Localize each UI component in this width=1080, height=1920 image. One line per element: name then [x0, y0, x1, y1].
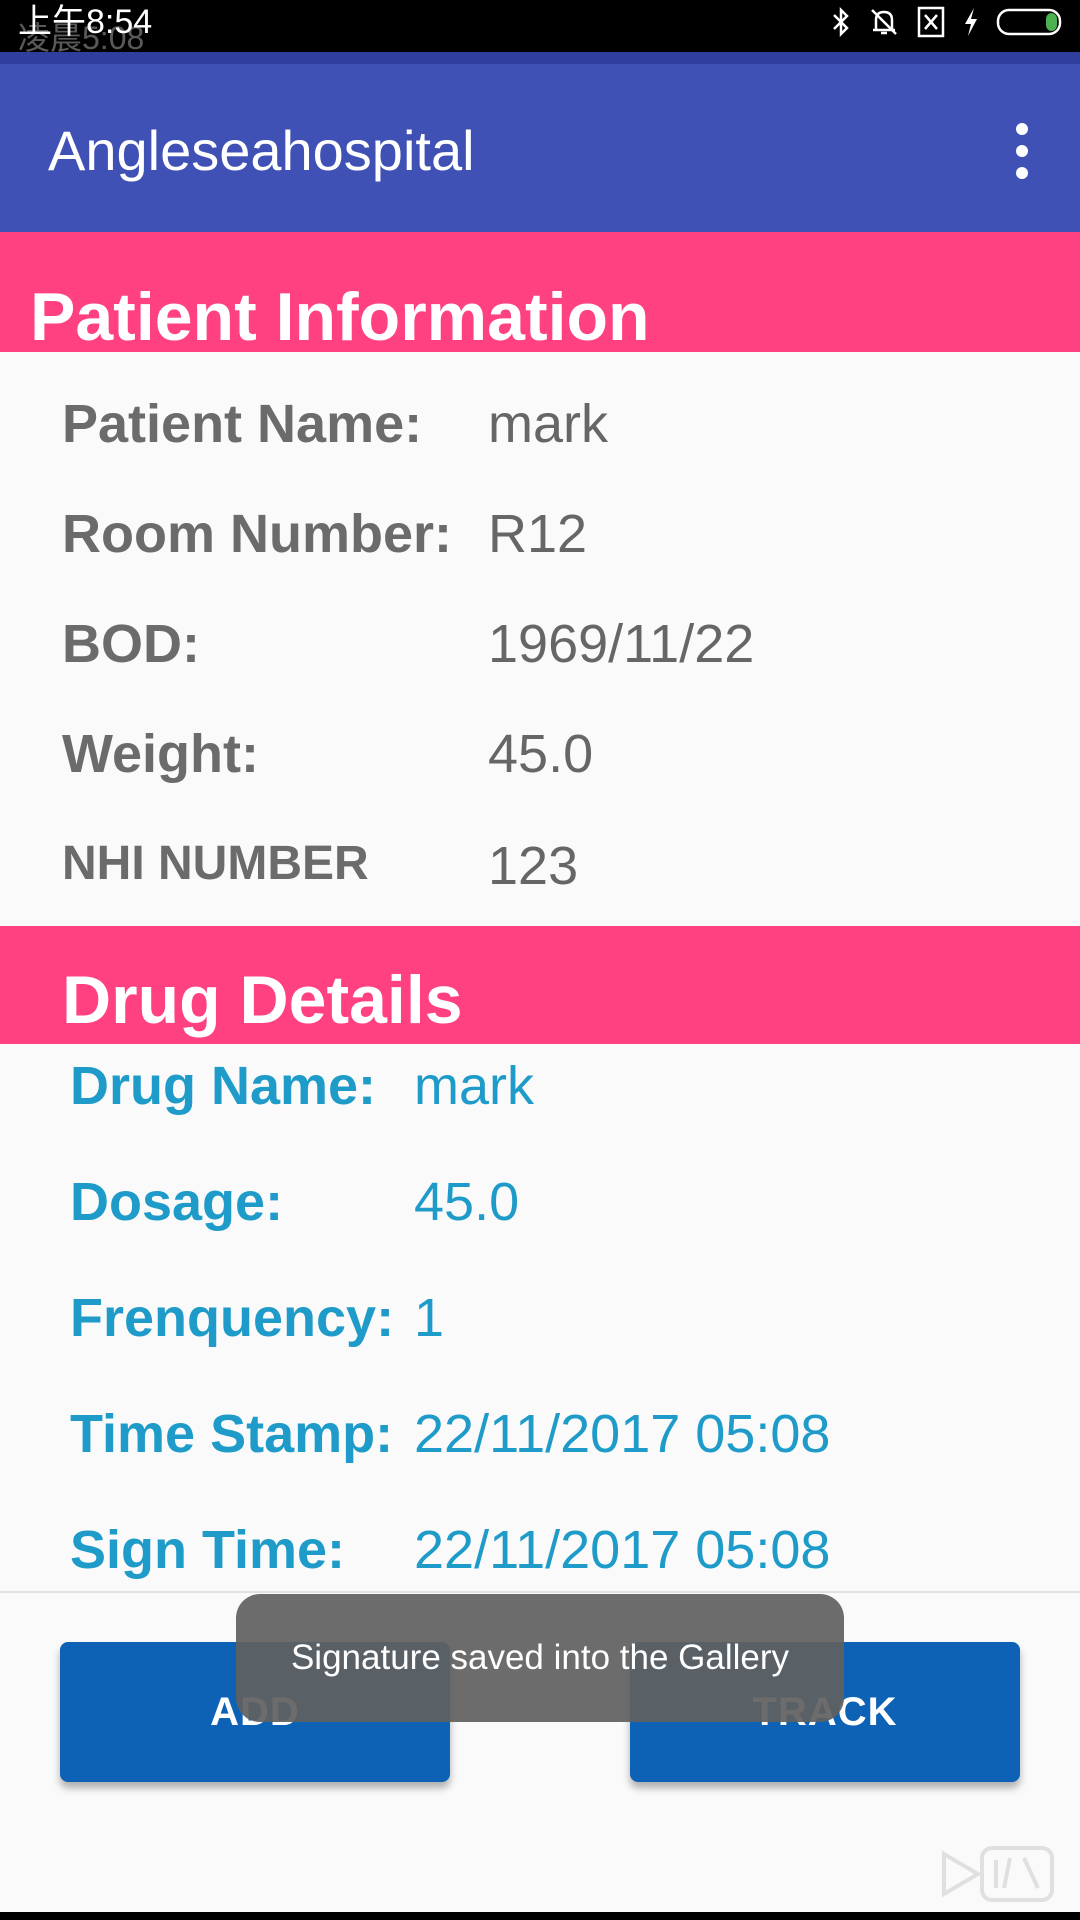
overflow-dot-icon	[1016, 167, 1028, 179]
drug-name-value: mark	[414, 1056, 534, 1116]
nhi-number-label: NHI NUMBER	[62, 837, 369, 890]
weight-value: 45.0	[488, 724, 594, 784]
frequency-label: Frenquency:	[70, 1288, 395, 1348]
overflow-dot-icon	[1016, 123, 1028, 135]
drug-name-label: Drug Name:	[70, 1056, 377, 1116]
overflow-dot-icon	[1016, 145, 1028, 157]
bod-label: BOD:	[62, 614, 200, 674]
overflow-menu-button[interactable]	[992, 116, 1052, 186]
no-sim-icon	[916, 5, 946, 39]
weight-label: Weight:	[62, 724, 259, 784]
frequency-value: 1	[414, 1288, 445, 1348]
divider	[0, 1591, 1080, 1593]
sign-time-value: 22/11/2017 05:08	[414, 1520, 831, 1580]
patient-info-header: Patient Information	[0, 232, 1080, 355]
app-screen: 凌晨5:08 上午8:54 Angleseahospital Patient I…	[0, 0, 1080, 1920]
bottom-edge	[0, 1912, 1080, 1920]
patient-info-title: Patient Information	[30, 279, 650, 355]
video-watermark-logo	[938, 1836, 1058, 1906]
app-title: Angleseahospital	[48, 119, 475, 182]
drug-details-title: Drug Details	[62, 962, 463, 1038]
sign-time-label: Sign Time:	[70, 1520, 346, 1580]
silent-bell-icon	[868, 6, 900, 38]
status-bar: 凌晨5:08 上午8:54	[0, 0, 1080, 54]
time-stamp-value: 22/11/2017 05:08	[414, 1404, 831, 1464]
bluetooth-icon	[830, 6, 852, 38]
patient-name-label: Patient Name:	[62, 394, 423, 454]
status-icons	[830, 2, 1066, 42]
battery-icon	[996, 7, 1066, 37]
bod-value: 1969/11/22	[488, 614, 755, 674]
toast-message: Signature saved into the Gallery	[236, 1594, 844, 1722]
charging-icon	[962, 6, 980, 38]
nhi-number-value: 123	[488, 836, 579, 896]
patient-name-value: mark	[488, 394, 608, 454]
room-number-value: R12	[488, 504, 588, 564]
app-bar-top-strip	[0, 52, 1080, 64]
dosage-label: Dosage:	[70, 1172, 284, 1232]
time-stamp-label: Time Stamp:	[70, 1404, 394, 1464]
drug-details-header: Drug Details	[0, 926, 1080, 1044]
status-time: 上午8:54	[18, 3, 153, 41]
dosage-value: 45.0	[414, 1172, 520, 1232]
room-number-label: Room Number:	[62, 504, 452, 564]
